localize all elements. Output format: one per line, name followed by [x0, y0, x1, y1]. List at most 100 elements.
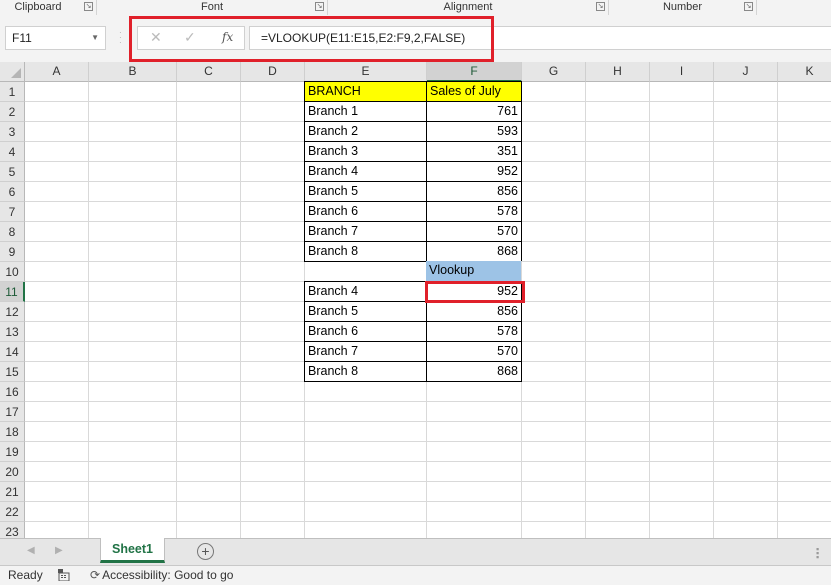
- cell-g2[interactable]: [522, 102, 586, 122]
- column-header-b[interactable]: B: [89, 62, 177, 82]
- cancel-icon[interactable]: ✕: [150, 29, 162, 46]
- cell-b21[interactable]: [89, 482, 177, 502]
- cell-k12[interactable]: [778, 302, 831, 322]
- cell-k21[interactable]: [778, 482, 831, 502]
- insert-function-icon[interactable]: fx: [222, 30, 233, 44]
- row-header-4[interactable]: 4: [0, 142, 25, 162]
- cell-d8[interactable]: [241, 222, 305, 242]
- cell-c14[interactable]: [177, 342, 241, 362]
- add-sheet-icon[interactable]: +: [197, 543, 214, 560]
- lookup-row-branch[interactable]: Branch 5: [304, 301, 427, 322]
- cell-j9[interactable]: [714, 242, 778, 262]
- cell-a13[interactable]: [25, 322, 89, 342]
- cell-j1[interactable]: [714, 82, 778, 102]
- row-header-15[interactable]: 15: [0, 362, 25, 382]
- cell-a17[interactable]: [25, 402, 89, 422]
- cell-j8[interactable]: [714, 222, 778, 242]
- cell-a2[interactable]: [25, 102, 89, 122]
- cell-j14[interactable]: [714, 342, 778, 362]
- cell-b6[interactable]: [89, 182, 177, 202]
- cell-h22[interactable]: [586, 502, 650, 522]
- cell-a10[interactable]: [25, 262, 89, 282]
- cell-g23[interactable]: [522, 522, 586, 538]
- cell-k22[interactable]: [778, 502, 831, 522]
- cell-e22[interactable]: [305, 502, 427, 522]
- cell-k15[interactable]: [778, 362, 831, 382]
- cell-j19[interactable]: [714, 442, 778, 462]
- cell-c3[interactable]: [177, 122, 241, 142]
- cell-h11[interactable]: [586, 282, 650, 302]
- table-header-sales[interactable]: Sales of July: [426, 81, 522, 102]
- cell-d21[interactable]: [241, 482, 305, 502]
- cell-d14[interactable]: [241, 342, 305, 362]
- cell-f20[interactable]: [427, 462, 522, 482]
- cell-k13[interactable]: [778, 322, 831, 342]
- cell-h10[interactable]: [586, 262, 650, 282]
- table-row-branch[interactable]: Branch 1: [304, 101, 427, 122]
- lookup-row-value[interactable]: 868: [426, 361, 522, 382]
- cell-h14[interactable]: [586, 342, 650, 362]
- lookup-row-branch[interactable]: Branch 7: [304, 341, 427, 362]
- cell-d12[interactable]: [241, 302, 305, 322]
- table-row-branch[interactable]: Branch 6: [304, 201, 427, 222]
- accessibility-status[interactable]: ⟳ Accessibility: Good to go: [90, 566, 233, 585]
- cell-i22[interactable]: [650, 502, 714, 522]
- cell-c22[interactable]: [177, 502, 241, 522]
- cell-h18[interactable]: [586, 422, 650, 442]
- cell-j23[interactable]: [714, 522, 778, 538]
- cell-a18[interactable]: [25, 422, 89, 442]
- cell-g8[interactable]: [522, 222, 586, 242]
- cell-b19[interactable]: [89, 442, 177, 462]
- cell-j10[interactable]: [714, 262, 778, 282]
- cell-b8[interactable]: [89, 222, 177, 242]
- table-row-branch[interactable]: Branch 3: [304, 141, 427, 162]
- cell-i20[interactable]: [650, 462, 714, 482]
- cell-c2[interactable]: [177, 102, 241, 122]
- cell-e23[interactable]: [305, 522, 427, 538]
- scroll-left-icon[interactable]: ◀: [27, 545, 35, 556]
- column-header-i[interactable]: I: [650, 62, 714, 82]
- cell-k20[interactable]: [778, 462, 831, 482]
- cell-i17[interactable]: [650, 402, 714, 422]
- cell-e20[interactable]: [305, 462, 427, 482]
- formula-input[interactable]: =VLOOKUP(E11:E15,E2:F9,2,FALSE): [249, 26, 831, 50]
- cell-f21[interactable]: [427, 482, 522, 502]
- cell-d17[interactable]: [241, 402, 305, 422]
- cell-g14[interactable]: [522, 342, 586, 362]
- row-header-16[interactable]: 16: [0, 382, 25, 402]
- row-header-9[interactable]: 9: [0, 242, 25, 262]
- cell-d4[interactable]: [241, 142, 305, 162]
- cell-d19[interactable]: [241, 442, 305, 462]
- cell-g17[interactable]: [522, 402, 586, 422]
- dialog-launcher-icon[interactable]: ↘: [596, 2, 605, 11]
- table-row-branch[interactable]: Branch 8: [304, 241, 427, 262]
- cell-j11[interactable]: [714, 282, 778, 302]
- cell-g13[interactable]: [522, 322, 586, 342]
- cell-e18[interactable]: [305, 422, 427, 442]
- cell-f17[interactable]: [427, 402, 522, 422]
- cell-b17[interactable]: [89, 402, 177, 422]
- column-header-k[interactable]: K: [778, 62, 831, 82]
- cell-j15[interactable]: [714, 362, 778, 382]
- cell-f18[interactable]: [427, 422, 522, 442]
- cell-a23[interactable]: [25, 522, 89, 538]
- cell-c12[interactable]: [177, 302, 241, 322]
- row-header-7[interactable]: 7: [0, 202, 25, 222]
- cell-c6[interactable]: [177, 182, 241, 202]
- cell-c4[interactable]: [177, 142, 241, 162]
- checkmark-icon[interactable]: ✓: [184, 29, 196, 46]
- cell-c19[interactable]: [177, 442, 241, 462]
- cell-d16[interactable]: [241, 382, 305, 402]
- row-header-8[interactable]: 8: [0, 222, 25, 242]
- name-box[interactable]: F11 ▼: [5, 26, 106, 50]
- cell-i23[interactable]: [650, 522, 714, 538]
- column-header-h[interactable]: H: [586, 62, 650, 82]
- cell-b14[interactable]: [89, 342, 177, 362]
- cell-a1[interactable]: [25, 82, 89, 102]
- column-header-e[interactable]: E: [305, 62, 427, 82]
- cell-k23[interactable]: [778, 522, 831, 538]
- cell-b10[interactable]: [89, 262, 177, 282]
- table-row-branch[interactable]: Branch 2: [304, 121, 427, 142]
- cell-h12[interactable]: [586, 302, 650, 322]
- cell-k7[interactable]: [778, 202, 831, 222]
